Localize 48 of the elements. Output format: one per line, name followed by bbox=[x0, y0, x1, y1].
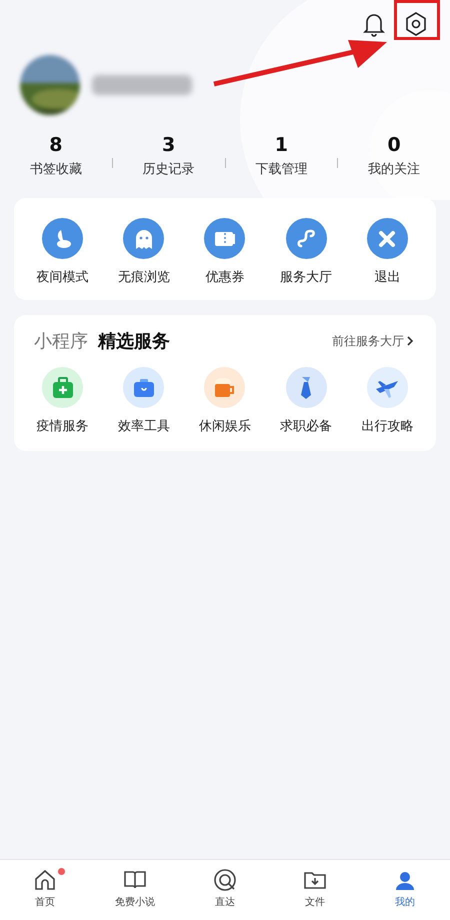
search-circle-icon bbox=[213, 868, 237, 892]
close-icon bbox=[378, 230, 396, 248]
highlight-frame bbox=[394, 0, 440, 40]
nav-tab[interactable]: 文件 bbox=[270, 860, 360, 920]
service-button[interactable] bbox=[42, 367, 84, 408]
stat-label[interactable]: 我的关注 bbox=[368, 160, 420, 178]
service-button[interactable] bbox=[286, 367, 327, 408]
more-link[interactable]: 前往服务大厅 bbox=[332, 332, 414, 350]
bell-icon[interactable] bbox=[362, 11, 386, 37]
mug-icon bbox=[212, 376, 237, 398]
link-icon bbox=[295, 228, 318, 250]
nav-tab[interactable]: 直达 bbox=[180, 860, 270, 920]
medical-kit-icon bbox=[50, 376, 75, 398]
ghost-icon bbox=[134, 228, 154, 250]
stat-count[interactable]: 0 bbox=[388, 134, 401, 156]
tool-label[interactable]: 夜间模式 bbox=[36, 268, 89, 286]
briefcase-icon bbox=[132, 378, 156, 398]
stat-label[interactable]: 书签收藏 bbox=[30, 160, 82, 178]
tool-button[interactable] bbox=[42, 218, 84, 259]
stat-count[interactable]: 3 bbox=[162, 134, 176, 156]
nav-tab[interactable]: 免费小说 bbox=[90, 860, 180, 920]
stat-count[interactable]: 8 bbox=[49, 134, 62, 156]
stat-label[interactable]: 下载管理 bbox=[255, 160, 308, 178]
service-button[interactable] bbox=[204, 367, 246, 408]
service-label[interactable]: 出行攻略 bbox=[361, 417, 414, 435]
nav-tab[interactable]: 首页 bbox=[0, 860, 90, 920]
service-button[interactable] bbox=[123, 367, 164, 408]
tool-label[interactable]: 服务大厅 bbox=[280, 268, 332, 286]
tool-button[interactable] bbox=[286, 218, 327, 259]
chevron-right-icon bbox=[406, 336, 414, 346]
section-title: 精选服务 bbox=[98, 330, 171, 353]
tool-label[interactable]: 无痕浏览 bbox=[118, 268, 170, 286]
tool-button[interactable] bbox=[204, 218, 246, 259]
tool-button[interactable] bbox=[123, 218, 164, 259]
service-label[interactable]: 休闲娱乐 bbox=[198, 417, 251, 435]
home-icon bbox=[33, 868, 57, 892]
tool-label[interactable]: 退出 bbox=[374, 268, 400, 286]
section-prefix: 小程序 bbox=[34, 330, 88, 353]
service-button[interactable] bbox=[366, 367, 408, 408]
tool-button[interactable] bbox=[366, 218, 408, 259]
stat-label[interactable]: 历史记录 bbox=[142, 160, 195, 178]
service-label[interactable]: 效率工具 bbox=[118, 417, 170, 435]
settings-icon[interactable] bbox=[404, 11, 428, 37]
tool-label[interactable]: 优惠券 bbox=[205, 268, 244, 286]
stat-count[interactable]: 1 bbox=[274, 134, 288, 156]
service-label[interactable]: 疫情服务 bbox=[36, 417, 89, 435]
nav-tab[interactable]: 我的 bbox=[360, 860, 450, 920]
service-label[interactable]: 求职必备 bbox=[280, 417, 332, 435]
